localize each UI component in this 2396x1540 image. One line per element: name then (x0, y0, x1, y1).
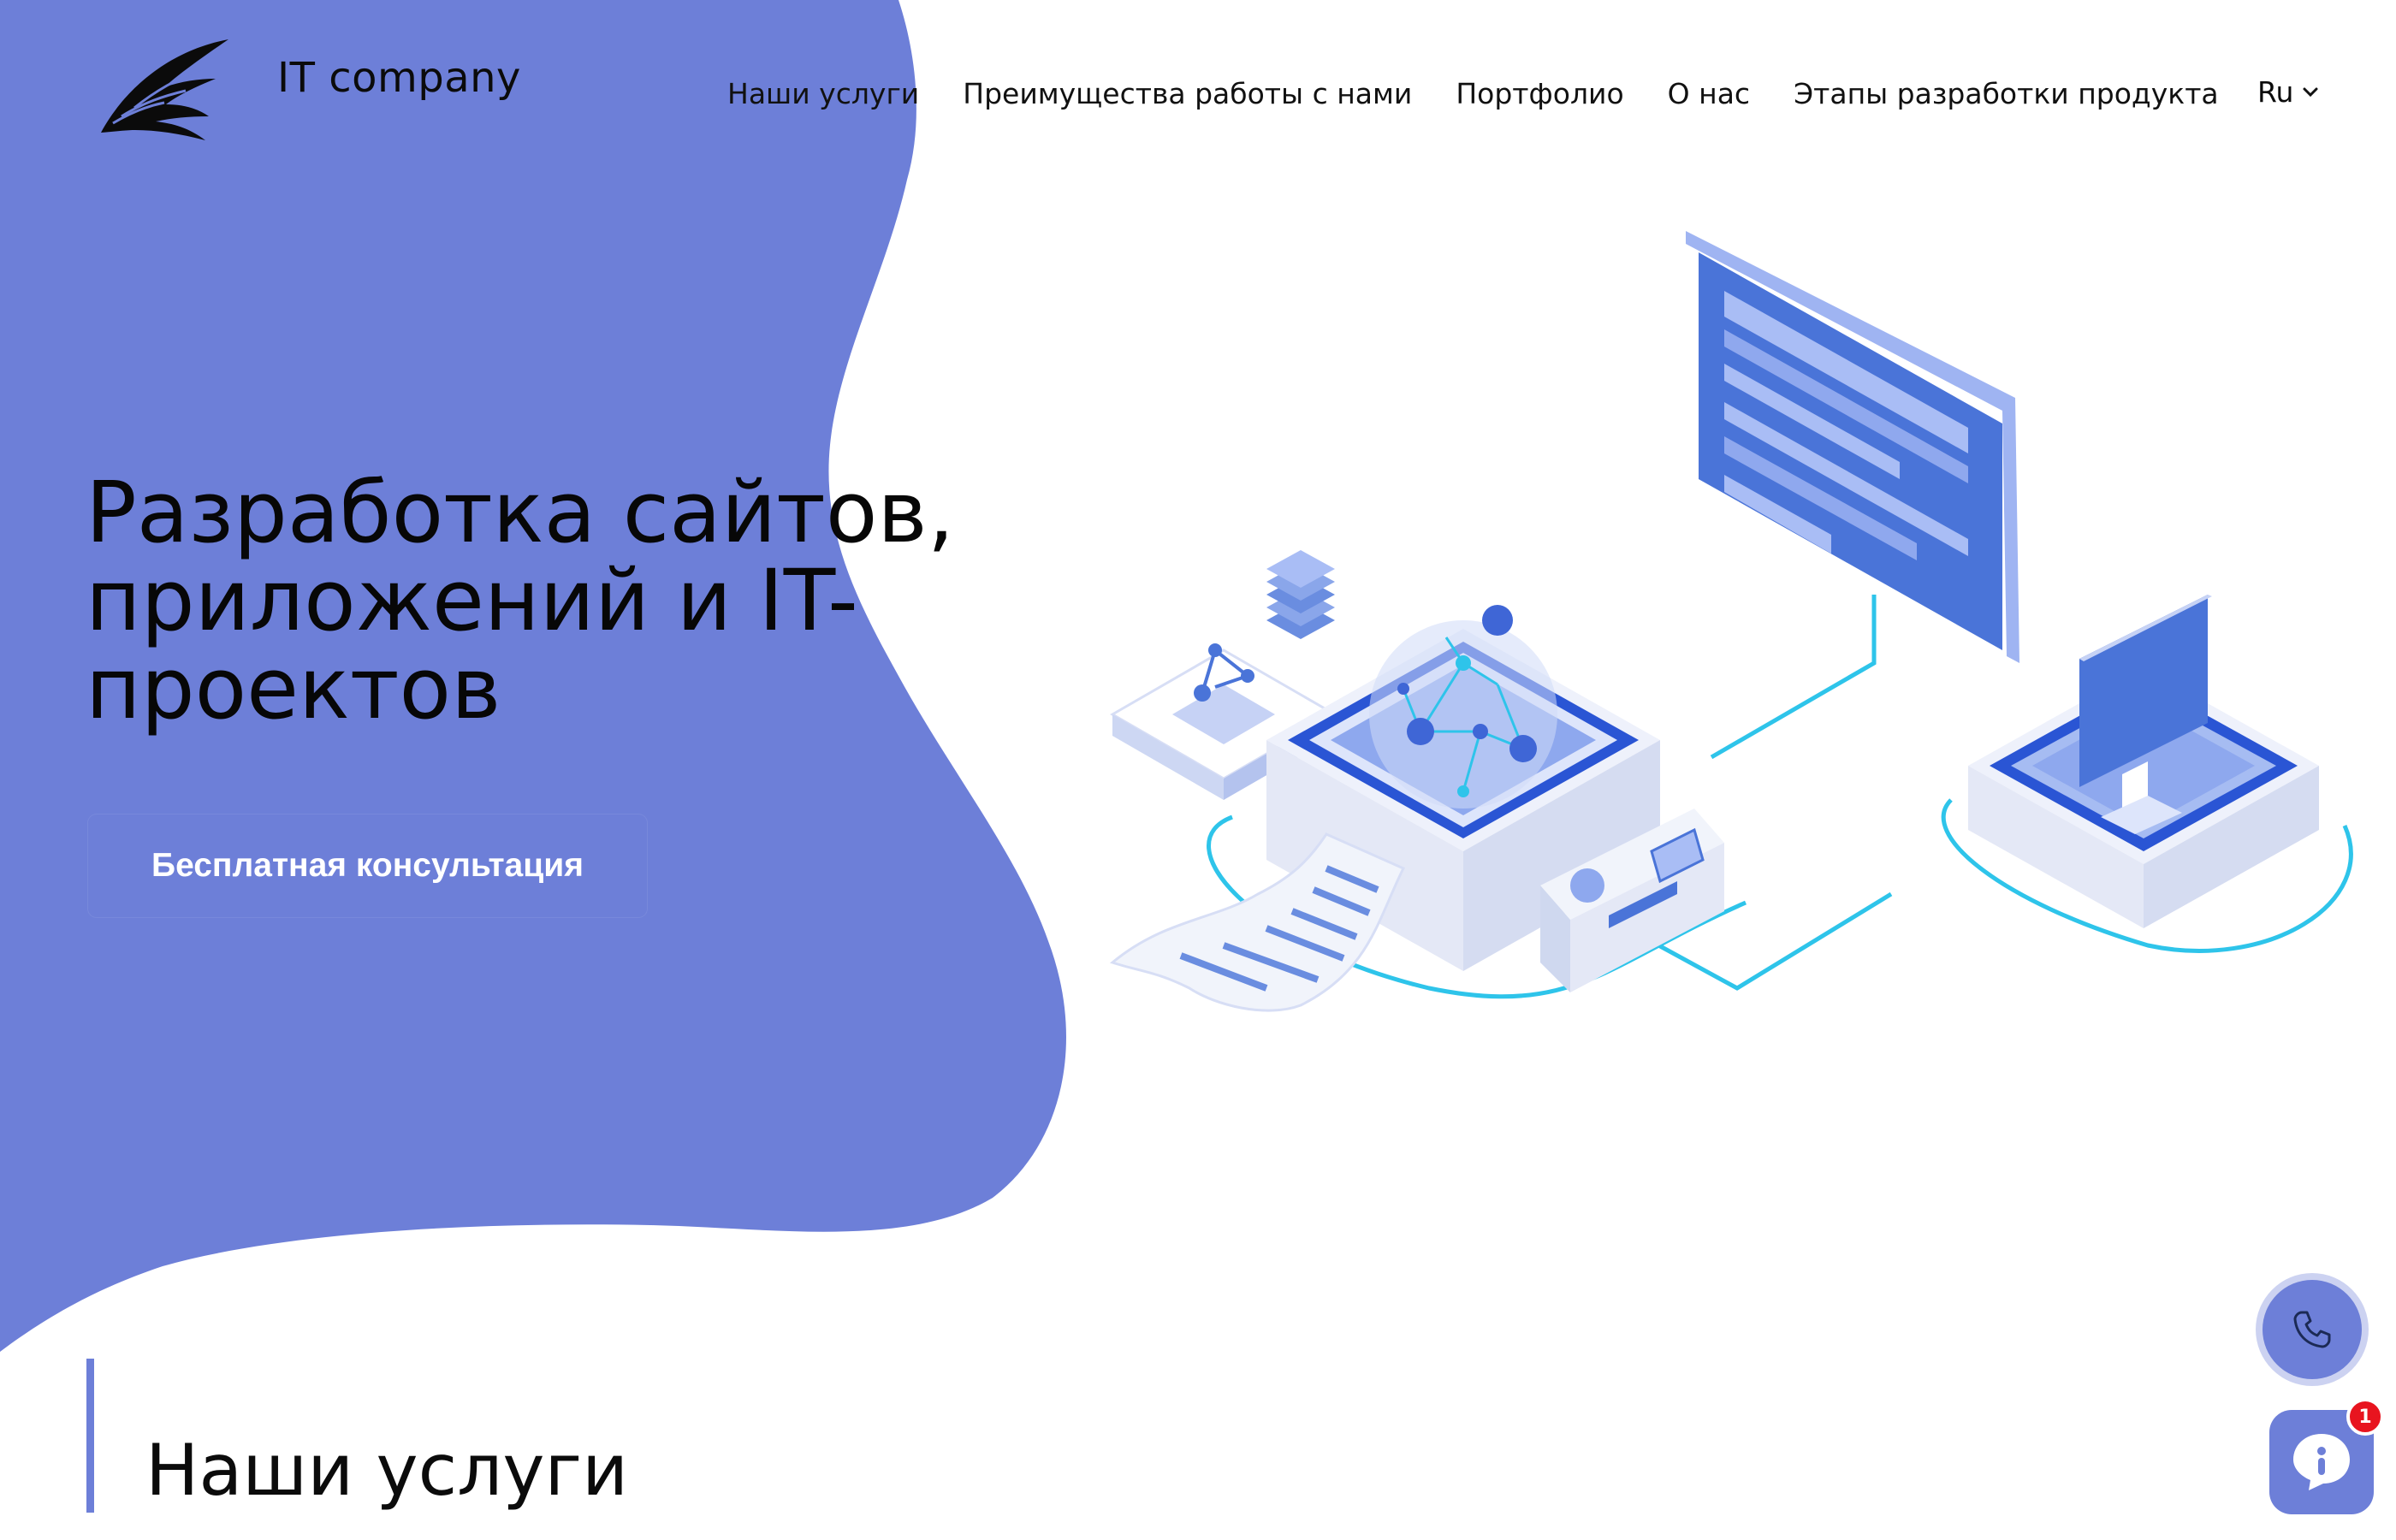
section-accent-bar (86, 1359, 94, 1513)
chat-bubble-icon (2293, 1434, 2350, 1490)
chat-notification-badge: 1 (2346, 1398, 2384, 1436)
hero-title: Разработка сайтов, приложений и IT- прое… (86, 469, 1070, 733)
nav-item-advantages[interactable]: Преимущества работы с нами (963, 77, 1412, 110)
chat-button[interactable]: 1 (2269, 1398, 2384, 1514)
hero-title-line-1: Разработка сайтов, (86, 464, 955, 562)
services-section-title: Наши услуги (145, 1429, 629, 1512)
hero-illustration (1109, 231, 2353, 1012)
free-consultation-button[interactable]: Бесплатная консультация (88, 814, 647, 917)
call-button[interactable] (2263, 1280, 2362, 1379)
nav-item-services[interactable]: Наши услуги (727, 77, 919, 110)
language-selector[interactable]: Ru (2257, 75, 2319, 109)
brand-name: IT company (277, 54, 521, 102)
printed-paper (1109, 832, 1406, 1012)
chevron-down-icon (2303, 87, 2318, 97)
language-label: Ru (2257, 75, 2294, 109)
phone-icon (2293, 1311, 2331, 1348)
nav-item-dev-stages[interactable]: Этапы разработки продукта (1794, 77, 2219, 110)
monitor-platform (1968, 595, 2319, 928)
nav-item-portfolio[interactable]: Портфолио (1456, 77, 1623, 110)
nav-item-about[interactable]: О нас (1668, 77, 1750, 110)
main-nav: Наши услуги Преимущества работы с нами П… (727, 77, 2263, 110)
eagle-wing-logo-icon (101, 39, 228, 140)
floating-screen (1686, 231, 2019, 663)
brand-logo[interactable]: IT company (96, 34, 521, 145)
layer-stack (1266, 550, 1335, 639)
hero-title-line-3: проектов (86, 640, 501, 738)
hero-title-line-2: приложений и IT- (86, 552, 858, 650)
